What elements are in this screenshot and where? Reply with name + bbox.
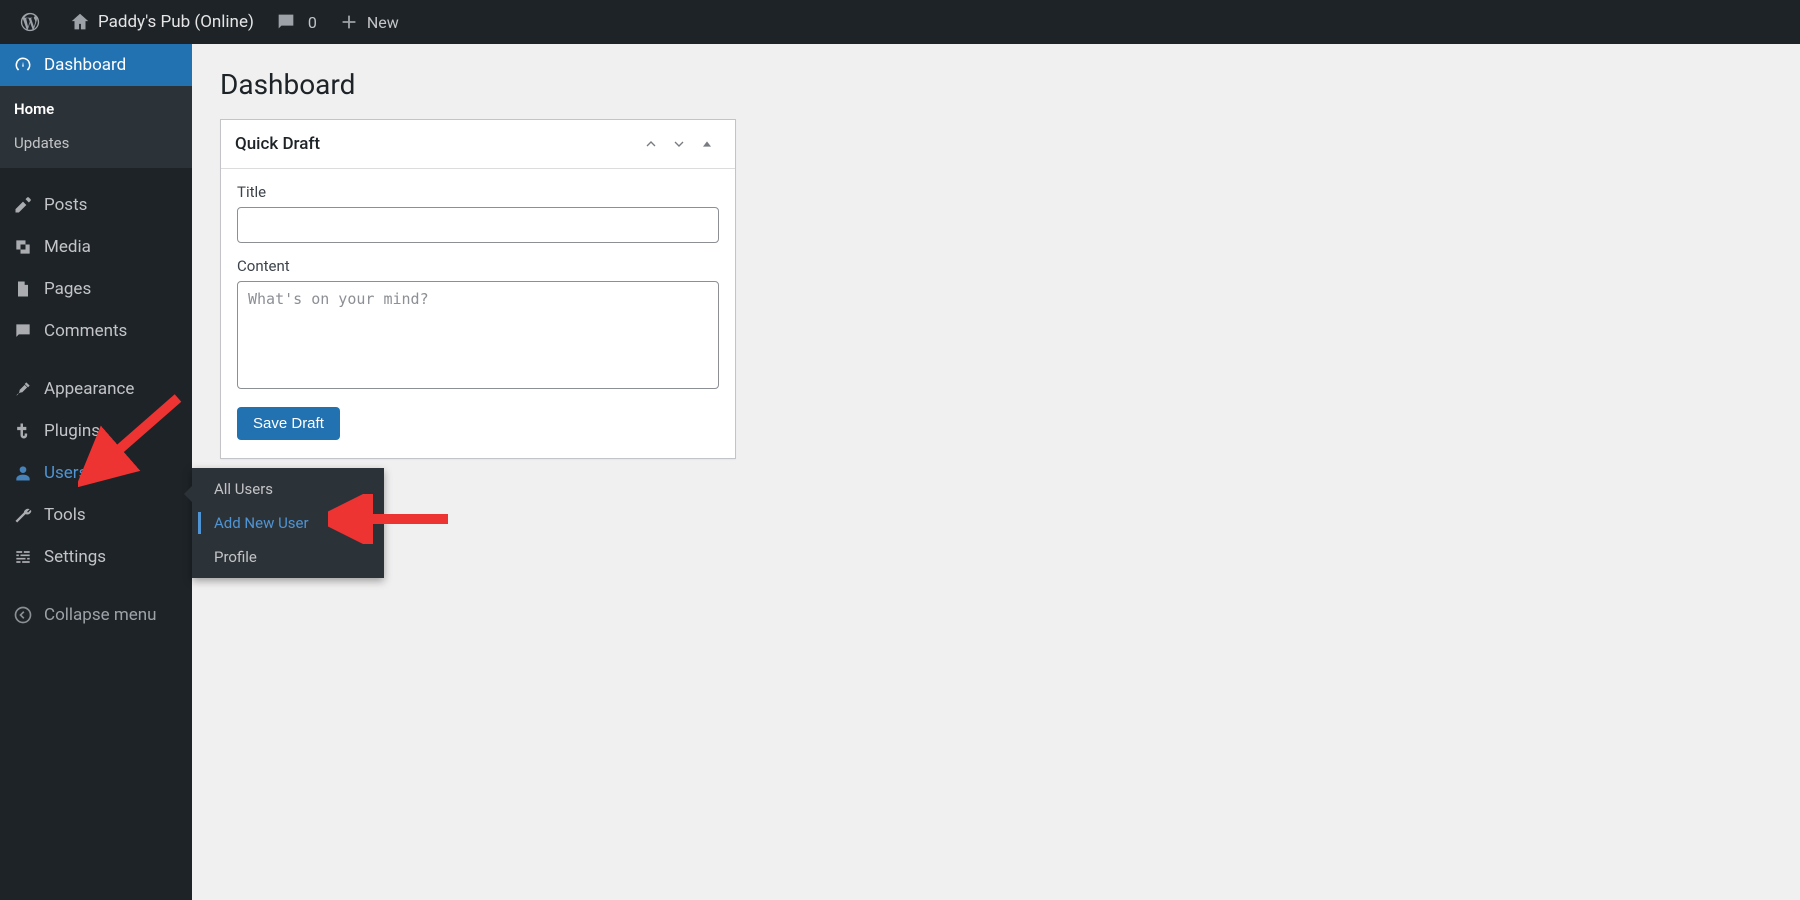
panel-move-down-icon[interactable]	[665, 130, 693, 158]
new-link[interactable]: New	[327, 0, 409, 44]
pages-icon	[12, 278, 34, 300]
appearance-icon	[12, 378, 34, 400]
comments-count: 0	[308, 13, 317, 32]
menu-settings-label: Settings	[44, 547, 106, 567]
menu-tools-label: Tools	[44, 505, 86, 525]
title-input[interactable]	[237, 207, 719, 243]
quick-draft-header: Quick Draft	[221, 120, 735, 169]
menu-media-label: Media	[44, 237, 91, 257]
plus-icon	[337, 10, 361, 34]
home-icon	[68, 10, 92, 34]
menu-media[interactable]: Media	[0, 226, 192, 268]
users-icon	[12, 462, 34, 484]
menu-tools[interactable]: Tools	[0, 494, 192, 536]
flyout-all-users[interactable]: All Users	[192, 472, 384, 506]
main-content: Dashboard Quick Draft Title	[192, 44, 1800, 900]
menu-appearance[interactable]: Appearance	[0, 368, 192, 410]
page-title: Dashboard	[220, 68, 1772, 101]
menu-pages[interactable]: Pages	[0, 268, 192, 310]
site-name: Paddy's Pub (Online)	[98, 12, 254, 32]
menu-dashboard-label: Dashboard	[44, 55, 126, 75]
content-field-label: Content	[237, 257, 719, 275]
menu-plugins-label: Plugins	[44, 421, 100, 441]
admin-sidebar: Dashboard Home Updates Posts Media Pages	[0, 44, 192, 900]
new-label: New	[367, 13, 399, 32]
menu-dashboard[interactable]: Dashboard	[0, 44, 192, 86]
menu-users[interactable]: Users	[0, 452, 192, 494]
panel-move-up-icon[interactable]	[637, 130, 665, 158]
tools-icon	[12, 504, 34, 526]
content-textarea[interactable]	[237, 281, 719, 389]
flyout-profile[interactable]: Profile	[192, 540, 384, 574]
wp-logo-link[interactable]	[8, 0, 58, 44]
submenu-updates[interactable]: Updates	[0, 126, 192, 160]
admin-bar: Paddy's Pub (Online) 0 New	[0, 0, 1800, 44]
menu-plugins[interactable]: Plugins	[0, 410, 192, 452]
menu-comments-label: Comments	[44, 321, 127, 341]
plugins-icon	[12, 420, 34, 442]
posts-icon	[12, 194, 34, 216]
comments-link[interactable]: 0	[264, 0, 327, 44]
title-field-label: Title	[237, 183, 719, 201]
quick-draft-title: Quick Draft	[235, 134, 637, 154]
wordpress-icon	[18, 10, 42, 34]
panel-toggle-icon[interactable]	[693, 130, 721, 158]
submenu-home[interactable]: Home	[0, 92, 192, 126]
media-icon	[12, 236, 34, 258]
settings-icon	[12, 546, 34, 568]
quick-draft-widget: Quick Draft Title Content	[220, 119, 736, 459]
users-flyout: All Users Add New User Profile	[192, 468, 384, 578]
menu-settings[interactable]: Settings	[0, 536, 192, 578]
menu-pages-label: Pages	[44, 279, 91, 299]
menu-dashboard-submenu: Home Updates	[0, 86, 192, 168]
flyout-add-new-user[interactable]: Add New User	[192, 506, 384, 540]
menu-comments[interactable]: Comments	[0, 310, 192, 352]
menu-posts[interactable]: Posts	[0, 184, 192, 226]
menu-posts-label: Posts	[44, 195, 87, 215]
dashboard-icon	[12, 54, 34, 76]
collapse-label: Collapse menu	[44, 605, 157, 625]
menu-users-label: Users	[44, 463, 87, 483]
comments-icon	[12, 320, 34, 342]
collapse-icon	[12, 604, 34, 626]
collapse-menu[interactable]: Collapse menu	[0, 594, 192, 636]
site-name-link[interactable]: Paddy's Pub (Online)	[58, 0, 264, 44]
comment-icon	[274, 10, 298, 34]
save-draft-button[interactable]: Save Draft	[237, 407, 340, 440]
menu-appearance-label: Appearance	[44, 379, 134, 399]
